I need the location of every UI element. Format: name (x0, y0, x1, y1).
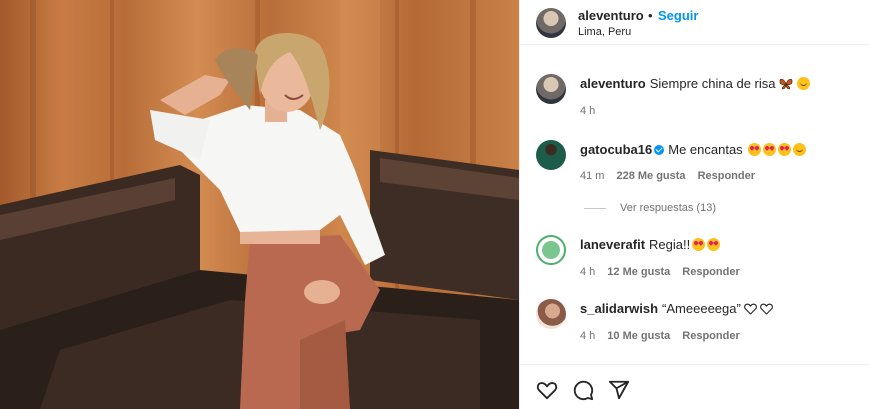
comment-meta: 4 h 10 Me gusta Responder (580, 330, 752, 342)
comment-text: laneverafit Regia!! (580, 237, 721, 252)
caption-text: aleventuro Siempre china de risa (580, 76, 811, 91)
heart-eyes-emoji-icon (692, 238, 706, 251)
comment-time[interactable]: 41 m (580, 170, 604, 182)
comment-avatar-gatocuba16[interactable] (536, 140, 566, 170)
comment-likes[interactable]: 228 Me gusta (616, 170, 685, 182)
heart-eyes-emoji-icon (763, 143, 777, 156)
comment-body: “Ameeeeega” (662, 301, 741, 316)
comment-avatar-laneverafit[interactable] (536, 235, 566, 265)
post-header: aleventuro • Seguir Lima, Peru (520, 0, 869, 45)
comment-text: s_alidarwish “Ameeeeega” (580, 301, 773, 316)
view-replies-button[interactable]: Ver respuestas (13) (620, 202, 716, 214)
comment-likes[interactable]: 10 Me gusta (607, 330, 670, 342)
replies-divider (584, 208, 606, 209)
comment-icon[interactable] (572, 379, 594, 401)
white-heart-emoji-icon (759, 303, 773, 315)
action-bar (520, 364, 869, 409)
post-location[interactable]: Lima, Peru (578, 26, 631, 38)
heart-eyes-emoji-icon (778, 143, 792, 156)
comment-meta: 4 h 12 Me gusta Responder (580, 266, 752, 278)
comment-username[interactable]: gatocuba16 (580, 142, 652, 157)
reply-button[interactable]: Responder (682, 330, 739, 342)
reply-button[interactable]: Responder (682, 266, 739, 278)
reply-button[interactable]: Responder (698, 170, 755, 182)
share-icon[interactable] (608, 379, 630, 401)
caption-username[interactable]: aleventuro (580, 76, 646, 91)
comment-username[interactable]: s_alidarwish (580, 301, 658, 316)
post-username[interactable]: aleventuro (578, 8, 644, 23)
comment-avatar-s-alidarwish[interactable] (536, 299, 566, 329)
heart-icon[interactable] (536, 379, 558, 401)
butterfly-emoji-icon (780, 78, 793, 90)
comment-likes[interactable]: 12 Me gusta (607, 266, 670, 278)
photo-illustration (0, 0, 519, 409)
grinning-face-emoji-icon (793, 143, 807, 156)
white-heart-emoji-icon (743, 303, 757, 315)
heart-eyes-emoji-icon (748, 143, 762, 156)
comment-time[interactable]: 4 h (580, 266, 595, 278)
follow-button[interactable]: Seguir (658, 8, 698, 23)
comment-time[interactable]: 4 h (580, 330, 595, 342)
caption-time[interactable]: 4 h (580, 105, 595, 117)
comment-text: gatocuba16 Me encantas (580, 142, 807, 157)
heart-eyes-emoji-icon (707, 238, 721, 251)
comment-body: Regia!! (649, 237, 691, 252)
comment-username[interactable]: laneverafit (580, 237, 645, 252)
grinning-face-emoji-icon (797, 77, 811, 90)
comment-body: Me encantas (668, 142, 743, 157)
caption-avatar[interactable] (536, 74, 566, 104)
comment-meta: 41 m 228 Me gusta Responder (580, 170, 767, 182)
post-photo[interactable] (0, 0, 519, 409)
caption-meta: 4 h (580, 105, 607, 117)
separator-dot: • (648, 8, 653, 23)
verified-badge-icon (654, 145, 665, 155)
caption-body: Siempre china de risa (649, 76, 776, 91)
avatar[interactable] (536, 8, 566, 38)
post-panel: aleventuro • Seguir Lima, Peru aleventur… (519, 0, 869, 409)
